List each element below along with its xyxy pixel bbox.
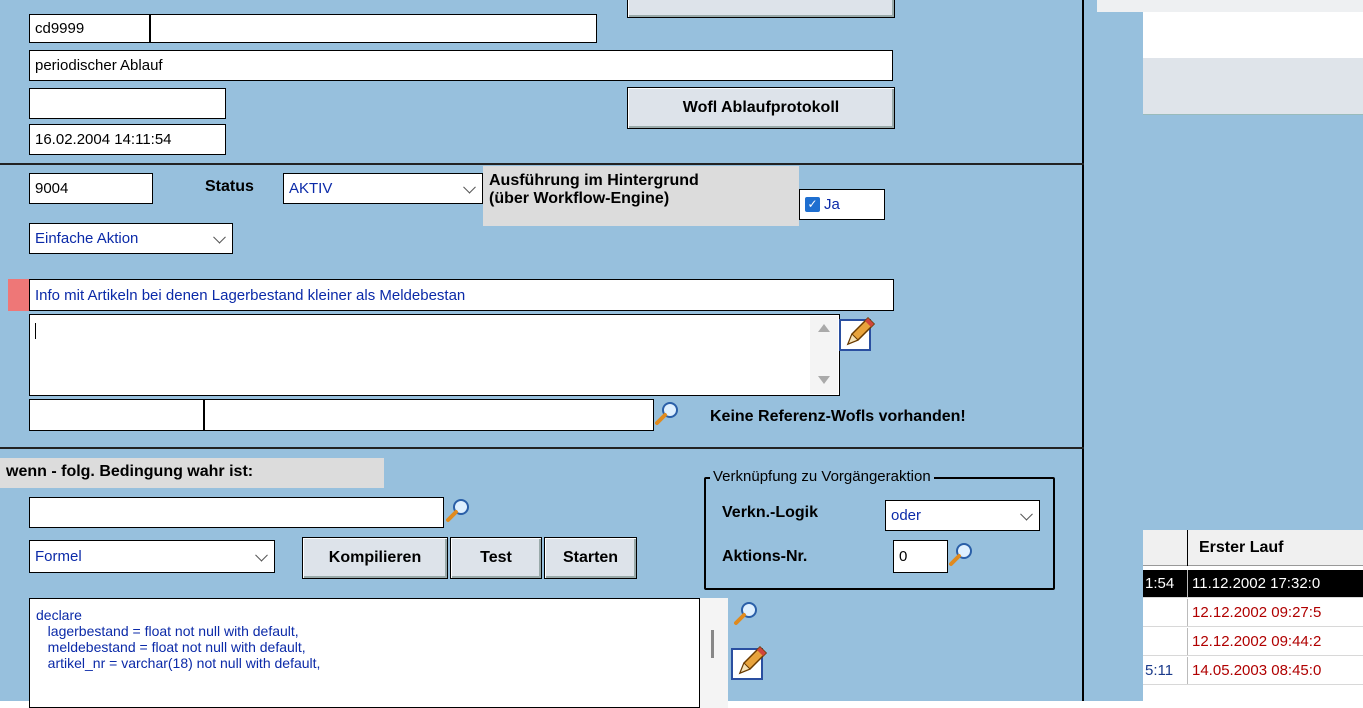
start-button[interactable]: Starten (544, 537, 637, 579)
action-nr-field[interactable]: 0 (893, 540, 948, 573)
search-icon[interactable] (445, 497, 471, 523)
grid-cell-first-run: 12.12.2002 09:44:2 (1187, 628, 1363, 655)
scroll-down-icon[interactable] (818, 376, 830, 384)
code-line: artikel_nr = varchar(18) not null with d… (36, 655, 321, 671)
condition-mode-value: Formel (35, 548, 82, 565)
ref-id-field[interactable] (29, 399, 204, 431)
condition-title: wenn - folg. Bedingung wahr ist: (6, 463, 254, 480)
condition-mode-select[interactable]: Formel (29, 540, 275, 573)
info-field[interactable]: Info mit Artikeln bei denen Lagerbestand… (29, 279, 894, 311)
formula-editor[interactable]: declare lagerbestand = float not null wi… (29, 598, 700, 708)
text-cursor (35, 323, 36, 339)
grid-cell-first-run: 12.12.2002 09:27:5 (1187, 599, 1363, 626)
chevron-down-icon (463, 180, 476, 194)
background-window-strip (1097, 0, 1363, 12)
grid-cell: 5:11 (1145, 662, 1174, 679)
status-select[interactable]: AKTIV (283, 173, 483, 204)
scroll-up-icon[interactable] (818, 324, 830, 332)
search-icon[interactable] (733, 600, 759, 626)
table-row[interactable]: 12.12.2002 09:44:2 (1143, 628, 1363, 656)
background-exec-box: Ausführung im Hintergrund (über Workflow… (483, 166, 799, 226)
no-refs-label: Keine Referenz-Wofls vorhanden! (710, 408, 966, 425)
description-field[interactable]: periodischer Ablauf (29, 50, 893, 81)
top-button-partial[interactable] (627, 0, 895, 18)
chevron-down-icon (1020, 507, 1033, 521)
status-value: AKTIV (289, 180, 333, 197)
test-button[interactable]: Test (450, 537, 542, 579)
empty-field[interactable] (29, 88, 226, 119)
status-label: Status (205, 178, 254, 195)
table-row[interactable]: 5:11 14.05.2003 08:45:0 (1143, 657, 1363, 685)
grid-cell (1143, 628, 1186, 655)
scroll-thumb[interactable] (711, 630, 714, 658)
code-line: declare (36, 607, 82, 623)
link-groupbox (704, 477, 1055, 590)
grid-cell-first-run: 14.05.2003 08:45:0 (1187, 657, 1363, 684)
action-type-value: Einfache Aktion (35, 230, 139, 247)
search-icon[interactable] (948, 541, 974, 567)
grid-header-first-run[interactable]: Erster Lauf (1199, 539, 1283, 557)
grid-cell: 1:54 (1145, 575, 1175, 592)
code-line: meldebestand = float not null with defau… (36, 639, 306, 655)
background-window-panel (1143, 115, 1363, 530)
condition-field[interactable] (29, 497, 444, 528)
code-name-field[interactable] (150, 14, 597, 43)
background-checkbox-label: Ja (824, 196, 840, 213)
code-line: lagerbestand = float not null with defau… (36, 623, 299, 639)
background-checkbox[interactable]: ✓ Ja (799, 189, 885, 220)
table-row[interactable]: 1:54 11.12.2002 17:32:0 (1143, 570, 1363, 598)
edit-pencil-icon[interactable] (730, 643, 768, 681)
action-nr-label: Aktions-Nr. (722, 548, 808, 565)
compile-button[interactable]: Kompilieren (302, 537, 448, 579)
grid-cell (1143, 599, 1186, 626)
table-row[interactable]: 12.12.2002 09:27:5 (1143, 599, 1363, 627)
required-marker (8, 279, 29, 311)
background-window-toolbar (1143, 58, 1363, 115)
action-id-field[interactable]: 9004 (29, 173, 153, 204)
link-group-title: Verknüpfung zu Vorgängeraktion (710, 468, 934, 485)
chevron-down-icon (255, 548, 268, 562)
background-window-edge (1097, 0, 1143, 701)
editor-scrollbar[interactable] (700, 598, 728, 708)
panel-divider (1082, 0, 1084, 701)
search-icon[interactable] (654, 400, 680, 426)
chevron-down-icon (213, 230, 226, 244)
checkmark-icon: ✓ (805, 197, 820, 212)
workflow-action-panel: cd9999 periodischer Ablauf 16.02.2004 14… (0, 0, 1097, 708)
protocol-button[interactable]: Wofl Ablaufprotokoll (627, 87, 895, 129)
section-divider (0, 447, 1084, 449)
run-history-grid: Erster Lauf 1:54 11.12.2002 17:32:0 12.12.… (1143, 530, 1363, 701)
background-label-line1: Ausführung im Hintergrund (489, 172, 699, 189)
condition-title-box: wenn - folg. Bedingung wahr ist: (0, 458, 384, 488)
logic-label: Verkn.-Logik (722, 504, 819, 521)
memo-textarea[interactable] (29, 314, 840, 396)
section-divider (0, 163, 1084, 165)
grid-cell-first-run: 11.12.2002 17:32:0 (1187, 570, 1363, 597)
background-label-line2: (über Workflow-Engine) (489, 190, 670, 207)
grid-header: Erster Lauf (1143, 530, 1363, 566)
logic-value: oder (891, 507, 922, 524)
date-field[interactable]: 16.02.2004 14:11:54 (29, 124, 226, 155)
code-field[interactable]: cd9999 (29, 14, 150, 43)
logic-select[interactable]: oder (885, 500, 1040, 531)
ref-name-field[interactable] (204, 399, 654, 431)
memo-scrollbar[interactable] (810, 316, 838, 394)
edit-pencil-icon[interactable] (838, 314, 876, 352)
action-type-select[interactable]: Einfache Aktion (29, 223, 233, 254)
background-window-header (1143, 12, 1363, 59)
